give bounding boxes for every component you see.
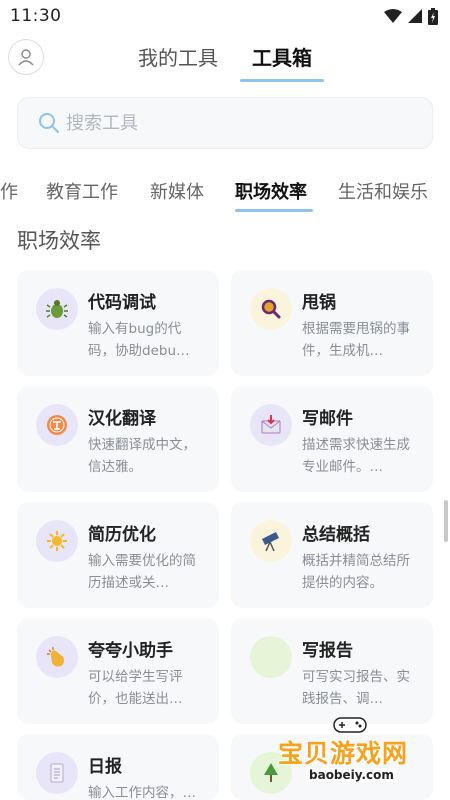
tool-card-write-email[interactable]: 写邮件 描述需求快速生成专业邮件。… — [231, 386, 433, 492]
status-time: 11:30 — [10, 6, 62, 26]
card-desc: 输入工作内容，… — [88, 785, 196, 800]
card-title: 夸夸小助手 — [88, 641, 173, 661]
card-desc: 输入有bug的代码，协助debu… — [88, 321, 190, 359]
card-icon-wrap — [250, 520, 292, 562]
card-icon-wrap — [36, 404, 78, 446]
category-active-indicator — [235, 209, 313, 212]
tool-card-resume[interactable]: 简历优化 输入需要优化的简历描述或关… — [17, 502, 219, 608]
tool-card-code-debug[interactable]: 代码调试 输入有bug的代码，协助debu… — [17, 270, 219, 376]
top-tabs: 我的工具 工具箱 — [0, 38, 450, 82]
card-desc: 描述需求快速生成专业邮件。… — [302, 437, 410, 475]
tab-toolbox[interactable]: 工具箱 — [240, 38, 324, 82]
card-icon-wrap — [36, 520, 78, 562]
card-title: 代码调试 — [88, 293, 156, 313]
notepad-icon — [50, 763, 64, 783]
card-icon-wrap — [250, 404, 292, 446]
tool-card-blame[interactable]: 甩锅 根据需要甩锅的事件，生成机… — [231, 270, 433, 376]
battery-icon — [428, 7, 438, 25]
telescope-icon — [262, 532, 279, 552]
card-desc: 概括并精简总结所提供的内容。 — [302, 553, 410, 591]
bug-icon — [46, 300, 68, 318]
search-icon — [39, 113, 59, 133]
section-title: 职场效率 — [17, 229, 101, 253]
card-icon-wrap — [36, 636, 78, 678]
translate-icon — [47, 415, 67, 435]
magnifier-icon — [261, 299, 281, 319]
category-tabs: 作 教育工作 新媒体 职场效率 生活和娱乐 — [0, 170, 450, 214]
card-desc: 根据需要甩锅的事件，生成机… — [302, 321, 410, 359]
card-desc: 快速翻译成中文，信达雅。 — [88, 437, 196, 475]
mail-icon — [261, 415, 281, 434]
sparkle-icon — [47, 531, 67, 551]
gamepad-icon — [333, 717, 367, 733]
card-title: 日报 — [88, 757, 122, 777]
status-bar: 11:30 — [0, 0, 450, 32]
card-icon-wrap — [36, 288, 78, 330]
status-icons — [384, 7, 438, 25]
tool-card-summary[interactable]: 总结概括 概括并精简总结所提供的内容。 — [231, 502, 433, 608]
signal-icon — [408, 9, 422, 23]
search-input[interactable] — [66, 112, 406, 134]
search-bar[interactable] — [17, 97, 433, 149]
card-title: 简历优化 — [88, 525, 156, 545]
category-tab-work-partial[interactable]: 作 — [0, 178, 18, 204]
scrollbar-thumb[interactable] — [444, 500, 448, 542]
category-tab-workplace[interactable]: 职场效率 — [235, 178, 307, 204]
clap-icon — [47, 647, 65, 667]
tool-card-translate[interactable]: 汉化翻译 快速翻译成中文，信达雅。 — [17, 386, 219, 492]
category-tab-life[interactable]: 生活和娱乐 — [338, 178, 428, 204]
tab-my-tools[interactable]: 我的工具 — [134, 38, 222, 82]
card-title: 汉化翻译 — [88, 409, 156, 429]
card-title: 写报告 — [302, 641, 353, 661]
tool-card-daily-report[interactable]: 日报 输入工作内容，… — [17, 734, 219, 800]
wifi-icon — [384, 9, 402, 23]
category-tab-education[interactable]: 教育工作 — [46, 178, 118, 204]
tool-card-write-report[interactable]: 写报告 可写实习报告、实践报告、调… — [231, 618, 433, 724]
category-tab-new-media[interactable]: 新媒体 — [150, 178, 204, 204]
watermark-text: 宝贝游戏网 — [278, 739, 409, 768]
watermark-url: baobeiy.com — [306, 768, 397, 782]
card-desc: 可写实习报告、实践报告、调… — [302, 669, 410, 707]
tool-card-praise-helper[interactable]: 夸夸小助手 可以给学生写评价，也能送出… — [17, 618, 219, 724]
card-title: 甩锅 — [302, 293, 336, 313]
card-icon-wrap — [250, 288, 292, 330]
card-title: 写邮件 — [302, 409, 353, 429]
report-icon — [250, 636, 292, 678]
card-icon-wrap — [36, 752, 78, 794]
watermark: 宝贝游戏网 baobeiy.com — [272, 712, 448, 796]
card-desc: 可以给学生写评价，也能送出… — [88, 669, 183, 707]
card-desc: 输入需要优化的简历描述或关… — [88, 553, 196, 591]
card-title: 总结概括 — [302, 525, 370, 545]
